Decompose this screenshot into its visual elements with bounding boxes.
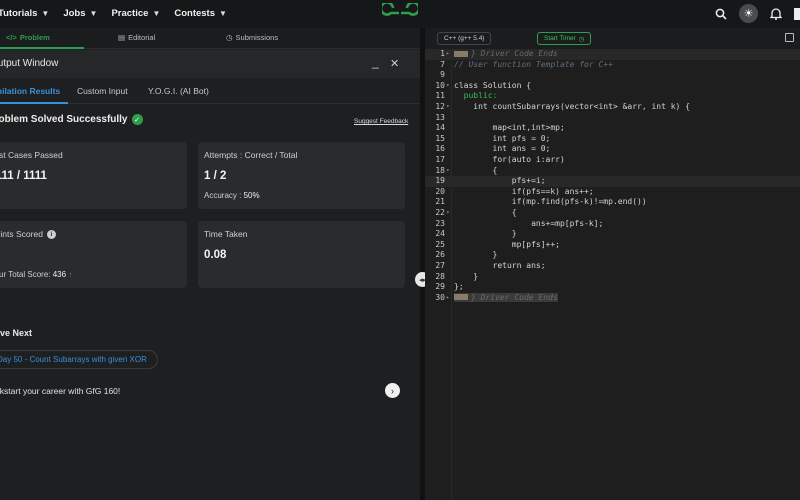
minimize-icon[interactable]: _ bbox=[372, 55, 379, 69]
code-line: 29}; bbox=[435, 282, 464, 292]
chevron-down-icon: ▼ bbox=[89, 9, 98, 18]
fold-icon[interactable]: ▸ bbox=[446, 49, 450, 60]
chevron-down-icon: ▼ bbox=[152, 9, 161, 18]
time-value: 0.08 bbox=[204, 249, 227, 261]
code-line: 14 map<int,int>mp; bbox=[435, 123, 565, 133]
code-line: 25 mp[pfs]++; bbox=[435, 239, 560, 249]
fold-icon[interactable]: ▸ bbox=[446, 293, 450, 304]
subtab-compilation-results[interactable]: Compilation Results bbox=[0, 86, 60, 96]
solved-status: Problem Solved Successfully ✓ bbox=[0, 114, 143, 125]
code-line: 16 int ans = 0; bbox=[435, 144, 551, 154]
profile-icon[interactable] bbox=[794, 7, 800, 20]
editor-toolbar: C++ (g++ 5.4) Start Timer ◷ bbox=[425, 28, 800, 49]
attempts-card: Attempts : Correct / Total 1 / 2 Accurac… bbox=[198, 142, 405, 209]
chevron-down-icon: ▼ bbox=[219, 9, 227, 18]
attempts-label: Attempts : Correct / Total bbox=[204, 150, 298, 160]
code-line: 27 return ans; bbox=[435, 261, 546, 270]
chevron-down-icon: ▼ bbox=[41, 9, 50, 18]
code-line: 28 } bbox=[435, 271, 479, 281]
tab-problem[interactable]: </> Problem bbox=[6, 33, 50, 42]
accuracy: Accuracy : 50% bbox=[204, 191, 260, 200]
code-line: 23 ans+=mp[pfs-k]; bbox=[435, 218, 604, 228]
fold-marker-icon bbox=[454, 50, 468, 57]
code-line: 1 ▸} Driver Code Ends bbox=[425, 49, 800, 60]
time-card: Time Taken 0.08 bbox=[198, 221, 405, 288]
test-cases-label: Test Cases Passed bbox=[0, 150, 63, 160]
time-label: Time Taken bbox=[204, 229, 248, 239]
fold-icon[interactable]: ▾ bbox=[446, 102, 450, 113]
subtab-custom-input[interactable]: Custom Input bbox=[77, 86, 128, 96]
next-problem-pill[interactable]: Day 50 - Count Subarrays with given XOR bbox=[0, 350, 158, 369]
copy-icon[interactable] bbox=[785, 33, 794, 42]
problem-tabs: </> Problem ▤ Editorial ◷ Submissions bbox=[0, 28, 420, 49]
chevron-right-icon[interactable]: › bbox=[385, 383, 400, 398]
code-line: 21 if(mp.find(pfs-k)!=mp.end()) bbox=[435, 197, 647, 207]
output-window-header: Output Window _ ✕ bbox=[0, 50, 420, 78]
code-line: 17 for(auto i:arr) bbox=[435, 155, 565, 164]
info-icon[interactable]: i bbox=[46, 229, 56, 239]
start-timer-button[interactable]: Start Timer ◷ bbox=[537, 32, 592, 45]
active-subtab-indicator bbox=[0, 102, 68, 104]
code-line: 18 ▾ { bbox=[435, 165, 498, 177]
code-editor-panel: C++ (g++ 5.4) Start Timer ◷ 1 ▸} Driver Co… bbox=[425, 28, 800, 500]
nav-contests[interactable]: Contests ▼ bbox=[174, 8, 227, 19]
code-line: 30 ▸} Driver Code Ends bbox=[435, 292, 558, 304]
top-navbar: Tutorials ▼ Jobs ▼ Practice ▼ Contests ▼ ☀ bbox=[0, 0, 800, 28]
code-line: 20 if(pfs==k) ans++; bbox=[435, 186, 594, 196]
active-tab-indicator bbox=[0, 47, 84, 49]
language-select[interactable]: C++ (g++ 5.4) bbox=[437, 32, 492, 45]
fold-icon[interactable]: ▾ bbox=[446, 208, 450, 219]
tab-editorial[interactable]: ▤ Editorial bbox=[118, 33, 155, 42]
tab-submissions[interactable]: ◷ Submissions bbox=[226, 33, 278, 42]
nav-practice[interactable]: Practice ▼ bbox=[111, 8, 160, 19]
problem-panel: </>Problem ▤Editorial ◷Submissions Outpu… bbox=[0, 28, 420, 500]
nav-tutorials[interactable]: Tutorials ▼ bbox=[0, 8, 49, 19]
close-icon[interactable]: ✕ bbox=[390, 57, 399, 70]
code-icon: </> bbox=[6, 33, 17, 42]
output-subtabs: Compilation Results Custom Input Y.O.G.I… bbox=[0, 78, 420, 104]
clock-icon: ◷ bbox=[226, 33, 233, 42]
check-circle-icon: ✓ bbox=[131, 114, 143, 125]
code-line: 15 int pfs = 0; bbox=[435, 133, 551, 143]
theme-toggle-icon[interactable]: ☀ bbox=[739, 4, 758, 23]
attempts-value: 1 / 2 bbox=[204, 170, 227, 182]
fold-icon[interactable]: ▾ bbox=[446, 81, 450, 92]
points-label: Points Scoredi bbox=[0, 229, 56, 239]
code-line: 24 } bbox=[435, 229, 517, 239]
code-line: 10 ▾ class Solution { bbox=[435, 80, 532, 92]
fold-icon[interactable]: ▾ bbox=[446, 166, 450, 177]
gfg-logo-icon[interactable] bbox=[382, 3, 418, 23]
output-window-title: Output Window bbox=[0, 58, 59, 69]
fold-marker-icon bbox=[454, 294, 468, 301]
document-icon: ▤ bbox=[118, 33, 126, 42]
total-score: Your Total Score: 436 ↑ bbox=[0, 270, 73, 279]
code-line: 26 } bbox=[435, 250, 498, 260]
career-promo-text: Kickstart your career with GfG 160! bbox=[0, 386, 121, 396]
code-line: 12 ▾ int countSubarrays(vector<int> &arr,… bbox=[435, 102, 691, 113]
timer-icon: ◷ bbox=[578, 35, 585, 43]
code-line: 22 ▾ { bbox=[435, 208, 517, 219]
code-line: 7// User function Template for C++ bbox=[440, 59, 613, 69]
code-line-active: 19 pfs+=i; bbox=[425, 176, 800, 187]
test-cases-card: Test Cases Passed 1111 / 1111 bbox=[0, 142, 187, 209]
subtab-yogi-ai-bot[interactable]: Y.O.G.I. (AI Bot) bbox=[148, 86, 209, 96]
code-line: 11 public: bbox=[435, 91, 498, 101]
arrow-up-icon: ↑ bbox=[68, 270, 73, 279]
search-icon[interactable] bbox=[715, 8, 727, 20]
points-card: Points Scoredi 4 Your Total Score: 436 ↑ bbox=[0, 221, 187, 288]
code-line: 13 bbox=[435, 112, 445, 122]
nav-jobs[interactable]: Jobs ▼ bbox=[63, 8, 97, 19]
bell-icon[interactable] bbox=[770, 7, 782, 20]
suggest-feedback-link[interactable]: Suggest Feedback bbox=[354, 118, 408, 125]
test-cases-value: 1111 / 1111 bbox=[0, 170, 47, 182]
solve-next-title: Solve Next bbox=[0, 328, 33, 338]
code-line: 9 bbox=[440, 70, 445, 80]
